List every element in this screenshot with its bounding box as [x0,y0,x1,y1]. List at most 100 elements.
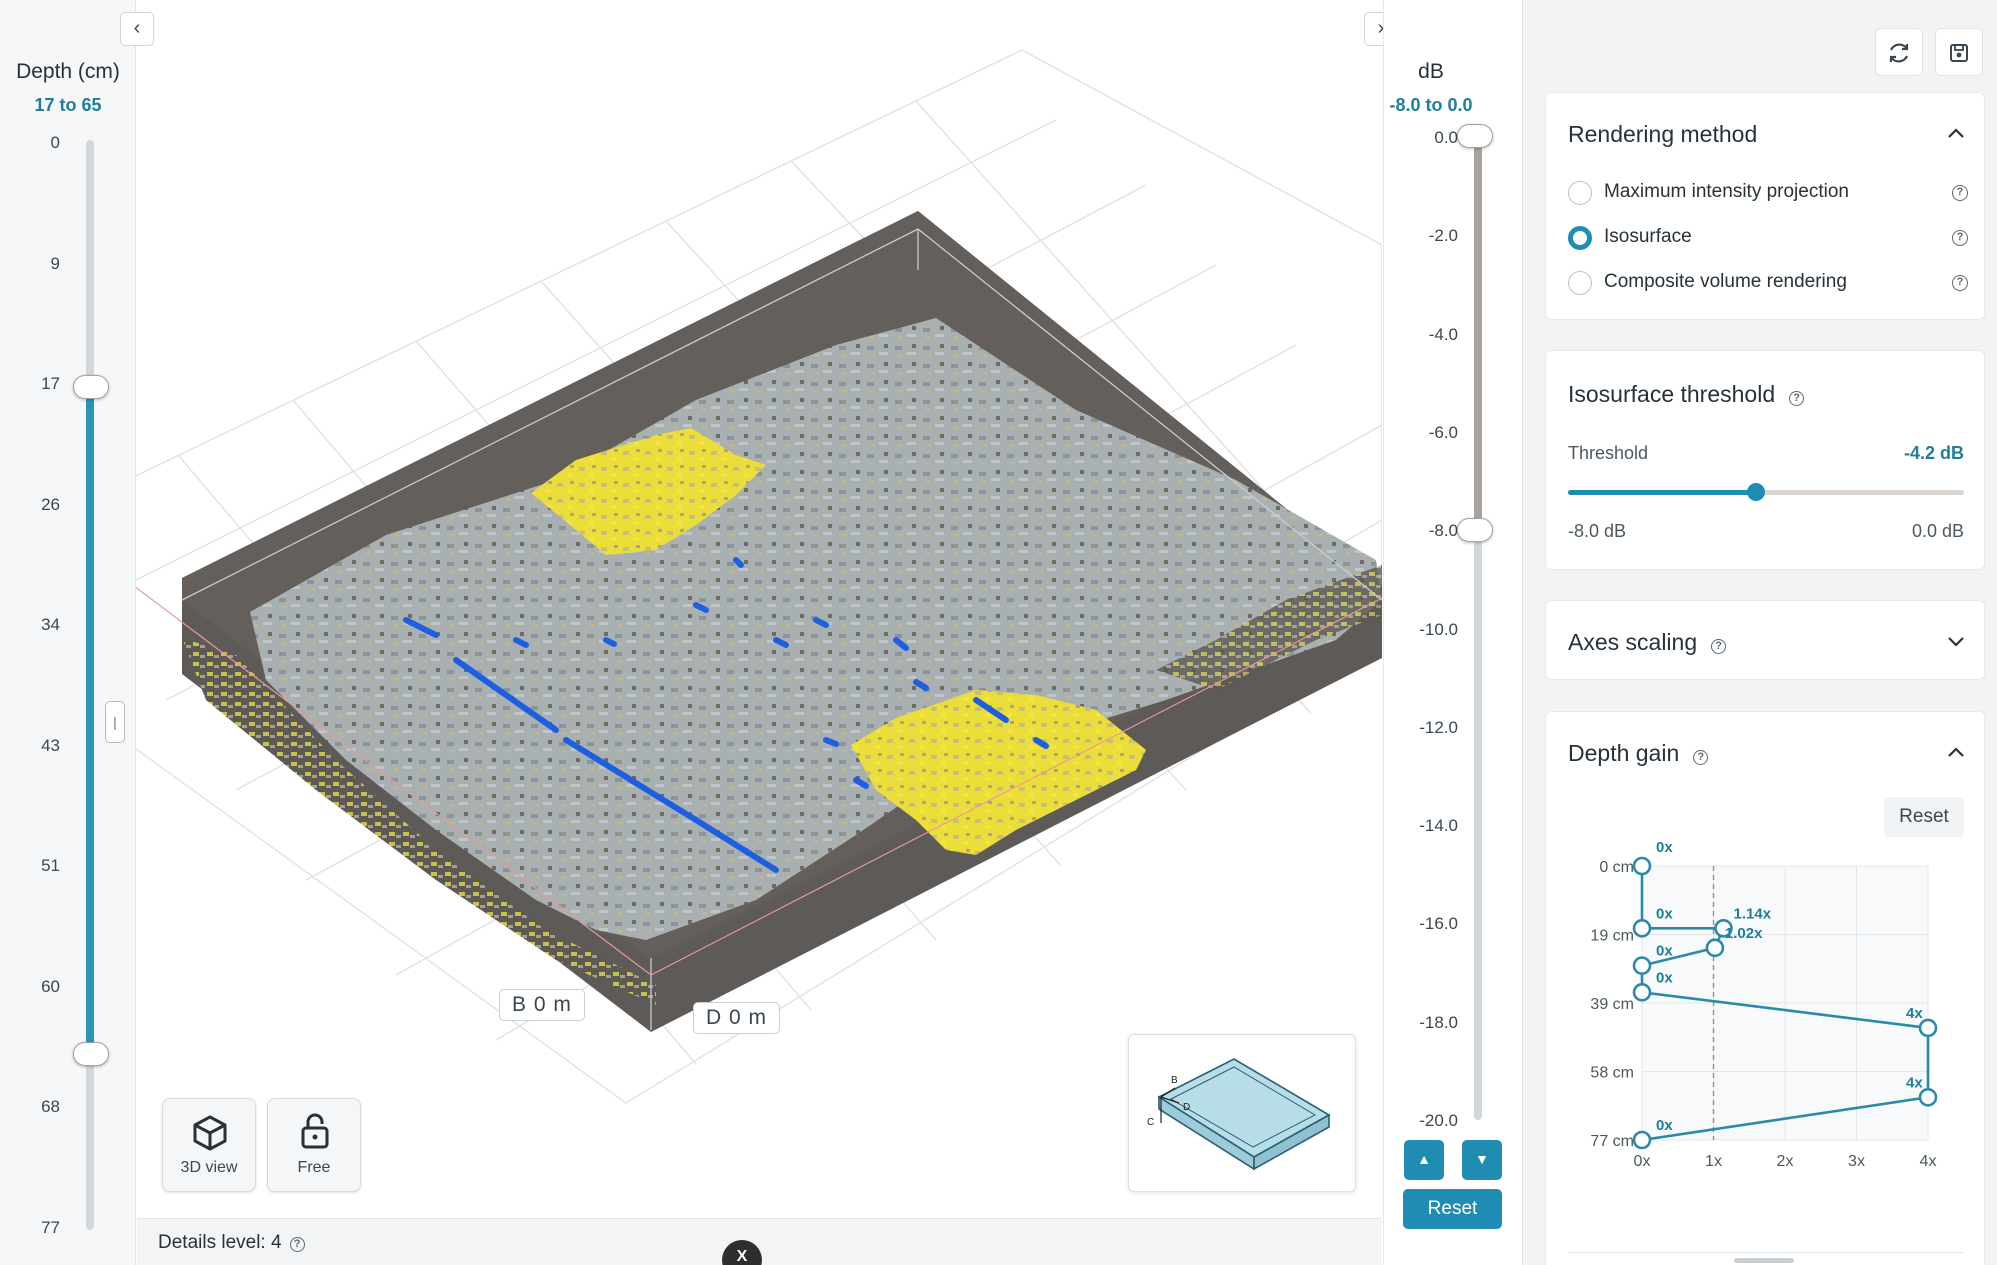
chart-point-label: 0x [1656,969,1673,986]
settings-panel: Rendering method Maximum intensity proje… [1522,0,1997,1265]
chart-point-label: 0x [1656,1117,1673,1134]
chevron-down-icon[interactable] [1946,631,1966,651]
chart-x-tick-label: 4x [1920,1153,1937,1170]
orientation-label-c: C [1147,1117,1154,1128]
chevron-left-icon: ‹ [133,17,141,39]
save-icon [1950,44,1968,62]
depth-gain-chart[interactable]: 0x 1x 2x 3x 4x0 cm19 cm39 cm58 cm77 cm0x0x 1.… [1546,842,1986,1202]
panel-resize-handle[interactable]: | [105,701,125,743]
chart-control-point[interactable] [1918,1087,1938,1107]
help-icon[interactable]: ? [1952,275,1968,291]
save-button[interactable] [1935,28,1983,76]
axis-label-d: D 0 m [693,1002,781,1034]
chart-x-tick-label: 3x [1848,1153,1865,1170]
refresh-icon [1889,43,1909,63]
refresh-button[interactable] [1875,28,1923,76]
depth-tick-label: 60 [41,976,60,996]
radio-label: Isosurface [1604,226,1692,247]
depth-tick-label: 9 [50,253,60,273]
axes-scaling-card[interactable]: Axes scaling? [1545,600,1985,680]
caret-down-icon: ▼ [1475,1151,1489,1167]
chart-x-tick-label: 0x [1634,1153,1651,1170]
db-slider-min-thumb[interactable] [1457,518,1493,542]
depth-axis-title: Depth (cm) [16,60,120,83]
db-slider-range-fill [1474,135,1482,530]
db-slider-column: dB -8.0 to 0.0 0.0 -2.0 -4.0 -6.0 -8.0 -10.0 -… [1383,0,1521,1265]
chart-point-label: 0x [1656,943,1673,960]
chart-control-point[interactable] [1705,938,1725,958]
depth-slider-max-thumb[interactable] [73,1042,109,1066]
radio-indicator-selected[interactable] [1568,226,1592,250]
chart-point-label: 4x [1906,1005,1923,1022]
cube-icon [193,1115,227,1151]
db-tick-label: -2.0 [1428,226,1458,246]
radio-composite-volume-rendering[interactable]: Composite volume rendering ? [1568,267,1968,297]
depth-tick-label: 68 [41,1097,60,1116]
db-tick-label: -16.0 [1419,914,1458,934]
depth-tick-label: 43 [41,735,60,755]
threshold-value: -4.2 dB [1903,443,1964,463]
depth-slider-column: Depth (cm) 17 to 65 0 9 17 26 34 43 51 60 68 77 | [0,0,136,1265]
db-tick-label: -4.0 [1428,324,1458,344]
threshold-slider-fill [1568,490,1757,495]
chart-y-tick-label: 39 cm [1590,996,1634,1013]
depth-gain-card: Depth gain? Reset 0x 1x 2x 3x 4x 0 cm 19 cm 39 … [1545,711,1985,1265]
depth-gain-reset-button[interactable]: Reset [1884,797,1964,837]
help-icon[interactable]: ? [1693,750,1709,765]
help-icon[interactable]: ? [1789,391,1805,406]
chart-control-point[interactable] [1632,918,1652,938]
depth-slider-min-thumb[interactable] [73,375,109,399]
help-icon[interactable]: ? [1952,230,1968,246]
depth-tick-label: 34 [41,615,60,634]
free-lock-button[interactable]: Free [267,1098,361,1192]
details-level: Details level: 4? [158,1232,305,1254]
radio-indicator[interactable] [1568,181,1592,205]
chart-point-label: 1.14x [1734,905,1772,922]
help-icon[interactable]: ? [1711,639,1727,654]
db-tick-label: -20.0 [1419,1111,1458,1130]
threshold-label: Threshold [1568,443,1649,463]
chart-x-tick-label: 1x [1705,1153,1722,1170]
depth-tick-label: 77 [41,1217,60,1237]
chart-control-point[interactable] [1632,983,1652,1002]
details-level-text: Details level: 4 [158,1232,282,1253]
db-step-down-button[interactable]: ▼ [1462,1140,1502,1180]
db-reset-button[interactable]: Reset [1403,1189,1502,1229]
db-slider-max-thumb[interactable] [1457,124,1493,148]
radio-label: Maximum intensity projection [1604,181,1849,202]
depth-range-readout: 17 to 65 [34,95,102,115]
db-step-up-button[interactable]: ▲ [1404,1140,1444,1180]
3d-view-button[interactable]: 3D view [162,1098,256,1192]
axis-label-b: B 0 m [499,989,585,1021]
isosurface-threshold-title: Isosurface threshold? [1568,381,1805,408]
scroll-handle[interactable] [1734,1258,1794,1263]
chart-y-tick-label: 0 cm [1599,859,1634,876]
3d-viewport[interactable]: ‹ › B 0 m D 0 m 3D view Free B C D [120,0,1398,1265]
threshold-min-label: -8.0 dB [1568,521,1627,541]
chart-control-point[interactable] [1632,856,1652,876]
chevron-up-icon[interactable] [1946,123,1966,143]
db-axis-title: dB [1418,60,1444,83]
threshold-slider-thumb[interactable] [1747,483,1766,501]
isosurface-threshold-card: Isosurface threshold? Threshold -4.2 dB … [1545,350,1985,570]
free-label: Free [297,1159,331,1176]
db-tick-label: -14.0 [1419,816,1458,836]
chart-point-label: 0x [1656,905,1673,922]
chart-control-point[interactable] [1918,1018,1938,1038]
rendering-method-card: Rendering method Maximum intensity proje… [1545,92,1985,320]
help-icon[interactable]: ? [1952,185,1968,201]
chevron-up-icon[interactable] [1946,742,1966,762]
orientation-slab: B C D [1147,1058,1331,1171]
orientation-cube[interactable]: B C D [1128,1034,1356,1192]
chart-point-label: 0x [1656,842,1673,856]
depth-tick-label: 17 [41,374,60,393]
radio-indicator[interactable] [1568,271,1592,295]
chart-y-tick-label: 77 cm [1590,1133,1634,1150]
chart-control-point[interactable] [1632,1130,1652,1150]
chart-point-label: 1.02x [1725,925,1763,942]
help-icon[interactable]: ? [289,1237,305,1252]
radio-isosurface[interactable]: Isosurface ? [1568,222,1968,252]
radio-maximum-intensity-projection[interactable]: Maximum intensity projection ? [1568,177,1968,207]
chart-control-point[interactable] [1632,956,1652,975]
collapse-left-button[interactable]: ‹ [120,12,154,46]
